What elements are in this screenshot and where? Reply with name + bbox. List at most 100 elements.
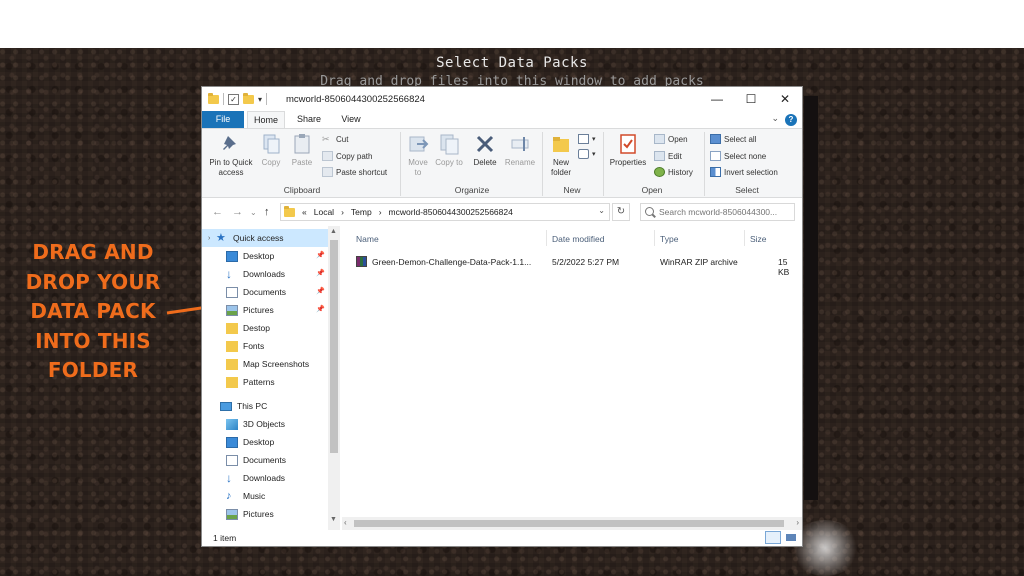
up-arrow-icon[interactable]: ↑ <box>264 206 270 218</box>
breadcrumb-current[interactable]: mcworld-8506044300252566824 <box>389 207 513 217</box>
nav-item-desktop[interactable]: Desktop 📌 <box>202 247 328 265</box>
column-size[interactable]: Size <box>750 234 767 244</box>
large-icons-view-icon[interactable] <box>783 531 799 544</box>
scroll-right-chevron-icon[interactable]: › <box>796 518 799 527</box>
details-view-icon[interactable] <box>765 531 781 544</box>
tab-view[interactable]: View <box>332 111 370 128</box>
navigation-pane: › ★ Quick access Desktop 📌 ↓ Downloads 📌… <box>202 226 340 530</box>
tab-home[interactable]: Home <box>247 111 285 128</box>
scroll-up-chevron-icon[interactable]: ▲ <box>330 228 337 235</box>
nav-scroll-thumb[interactable] <box>330 240 338 453</box>
cut-button[interactable]: ✂ Cut <box>322 134 348 144</box>
move-to-button[interactable]: Move to <box>405 133 431 177</box>
copy-path-button[interactable]: Copy path <box>322 151 372 161</box>
column-divider[interactable] <box>744 230 745 246</box>
copy-to-button[interactable]: Copy to <box>435 133 463 168</box>
nav-item-documents[interactable]: Documents 📌 <box>202 283 328 301</box>
nav-item-pc-pictures[interactable]: Pictures <box>202 505 328 523</box>
folder-icon <box>226 358 238 370</box>
nav-item-3d-objects[interactable]: 3D Objects <box>202 415 328 433</box>
maximize-button[interactable]: ☐ <box>734 87 768 111</box>
open-button[interactable]: Open <box>654 134 688 144</box>
address-dropdown-chevron-icon[interactable]: ⌄ <box>598 206 605 215</box>
desktop-icon <box>226 436 238 448</box>
scroll-down-chevron-icon[interactable]: ▼ <box>330 516 337 523</box>
delete-button[interactable]: Delete <box>470 133 500 168</box>
paste-shortcut-button[interactable]: Paste shortcut <box>322 167 387 177</box>
tab-share[interactable]: Share <box>289 111 329 128</box>
close-button[interactable]: ✕ <box>768 87 802 111</box>
delete-label: Delete <box>473 158 497 167</box>
nav-item-pc-documents[interactable]: Documents <box>202 451 328 469</box>
scissors-icon: ✂ <box>322 134 330 144</box>
nav-item-map-screenshots[interactable]: Map Screenshots <box>202 355 328 373</box>
computer-icon <box>220 401 232 411</box>
nav-label: Pictures <box>243 305 274 315</box>
easy-access-button[interactable]: ▾ <box>578 149 596 159</box>
nav-item-downloads[interactable]: ↓ Downloads 📌 <box>202 265 328 283</box>
nav-this-pc[interactable]: This PC <box>202 397 328 415</box>
nav-item-fonts[interactable]: Fonts <box>202 337 328 355</box>
nav-label: Downloads <box>243 269 286 279</box>
column-name[interactable]: Name <box>356 234 379 244</box>
select-none-button[interactable]: Select none <box>710 151 766 161</box>
history-button[interactable]: History <box>654 167 693 177</box>
select-none-icon <box>710 151 721 161</box>
collapse-ribbon-chevron-icon[interactable]: ⌄ <box>771 113 779 124</box>
select-all-button[interactable]: Select all <box>710 134 756 144</box>
column-date-modified[interactable]: Date modified <box>552 234 604 244</box>
nav-item-music[interactable]: ♪ Music <box>202 487 328 505</box>
file-list-horizontal-scrollbar[interactable]: ‹ › <box>342 517 802 530</box>
folder-icon <box>226 376 238 388</box>
file-row[interactable]: Green-Demon-Challenge-Data-Pack-1.1... 5… <box>350 253 800 277</box>
minimize-button[interactable]: — <box>700 87 734 111</box>
back-arrow-icon[interactable]: ← <box>212 206 223 218</box>
nav-scrollbar[interactable]: ▲ ▼ <box>328 226 340 530</box>
dropdown-chevron-icon: ▾ <box>592 136 596 143</box>
properties-button[interactable]: Properties <box>607 133 649 168</box>
scroll-left-chevron-icon[interactable]: ‹ <box>344 518 347 527</box>
paste-button[interactable]: Paste <box>288 133 316 168</box>
pin-to-quick-access-button[interactable]: Pin to Quick access <box>206 133 256 177</box>
nav-quick-access[interactable]: › ★ Quick access <box>202 229 328 247</box>
nav-item-destop[interactable]: Destop <box>202 319 328 337</box>
breadcrumb-local[interactable]: Local <box>314 207 334 217</box>
breadcrumb-overflow[interactable]: « <box>302 207 307 217</box>
column-divider[interactable] <box>546 230 547 246</box>
column-type[interactable]: Type <box>660 234 678 244</box>
expand-chevron-icon[interactable]: › <box>208 235 216 242</box>
customize-chevron-icon[interactable]: ▾ <box>258 95 262 104</box>
column-divider[interactable] <box>654 230 655 246</box>
recent-chevron-icon[interactable]: ⌄ <box>250 208 257 217</box>
nav-item-patterns[interactable]: Patterns <box>202 373 328 391</box>
address-box[interactable]: « Local › Temp › mcworld-850604430025256… <box>280 203 610 221</box>
nav-item-pc-desktop[interactable]: Desktop <box>202 433 328 451</box>
new-folder-icon[interactable] <box>243 92 254 104</box>
paste-label: Paste <box>291 158 313 167</box>
rename-button[interactable]: Rename <box>504 133 536 168</box>
nav-item-pc-downloads[interactable]: ↓ Downloads <box>202 469 328 487</box>
delete-x-icon <box>474 133 496 155</box>
paste-icon <box>291 133 313 155</box>
help-icon[interactable]: ? <box>785 114 797 126</box>
search-box[interactable] <box>640 203 795 221</box>
edit-button[interactable]: Edit <box>654 151 682 161</box>
new-item-button[interactable]: ▾ <box>578 134 596 144</box>
select-group-label: Select <box>735 185 759 195</box>
pin-label: Pin to Quick access <box>209 158 253 177</box>
copy-button[interactable]: Copy <box>258 133 284 168</box>
search-icon <box>645 207 654 216</box>
invert-selection-button[interactable]: Invert selection <box>710 167 778 177</box>
new-folder-button[interactable]: New folder <box>548 133 574 177</box>
callout-line: DRAG AND <box>32 240 154 264</box>
tab-file[interactable]: File <box>202 111 244 128</box>
breadcrumb-temp[interactable]: Temp <box>351 207 372 217</box>
horizontal-scroll-thumb[interactable] <box>354 520 784 527</box>
folder-icon <box>226 322 238 334</box>
select-none-label: Select none <box>724 151 767 161</box>
search-input[interactable] <box>659 205 791 219</box>
properties-icon[interactable]: ✓ <box>228 93 239 105</box>
forward-arrow-icon[interactable]: → <box>232 206 243 218</box>
nav-item-pictures[interactable]: Pictures 📌 <box>202 301 328 319</box>
refresh-icon[interactable]: ↻ <box>612 203 630 221</box>
